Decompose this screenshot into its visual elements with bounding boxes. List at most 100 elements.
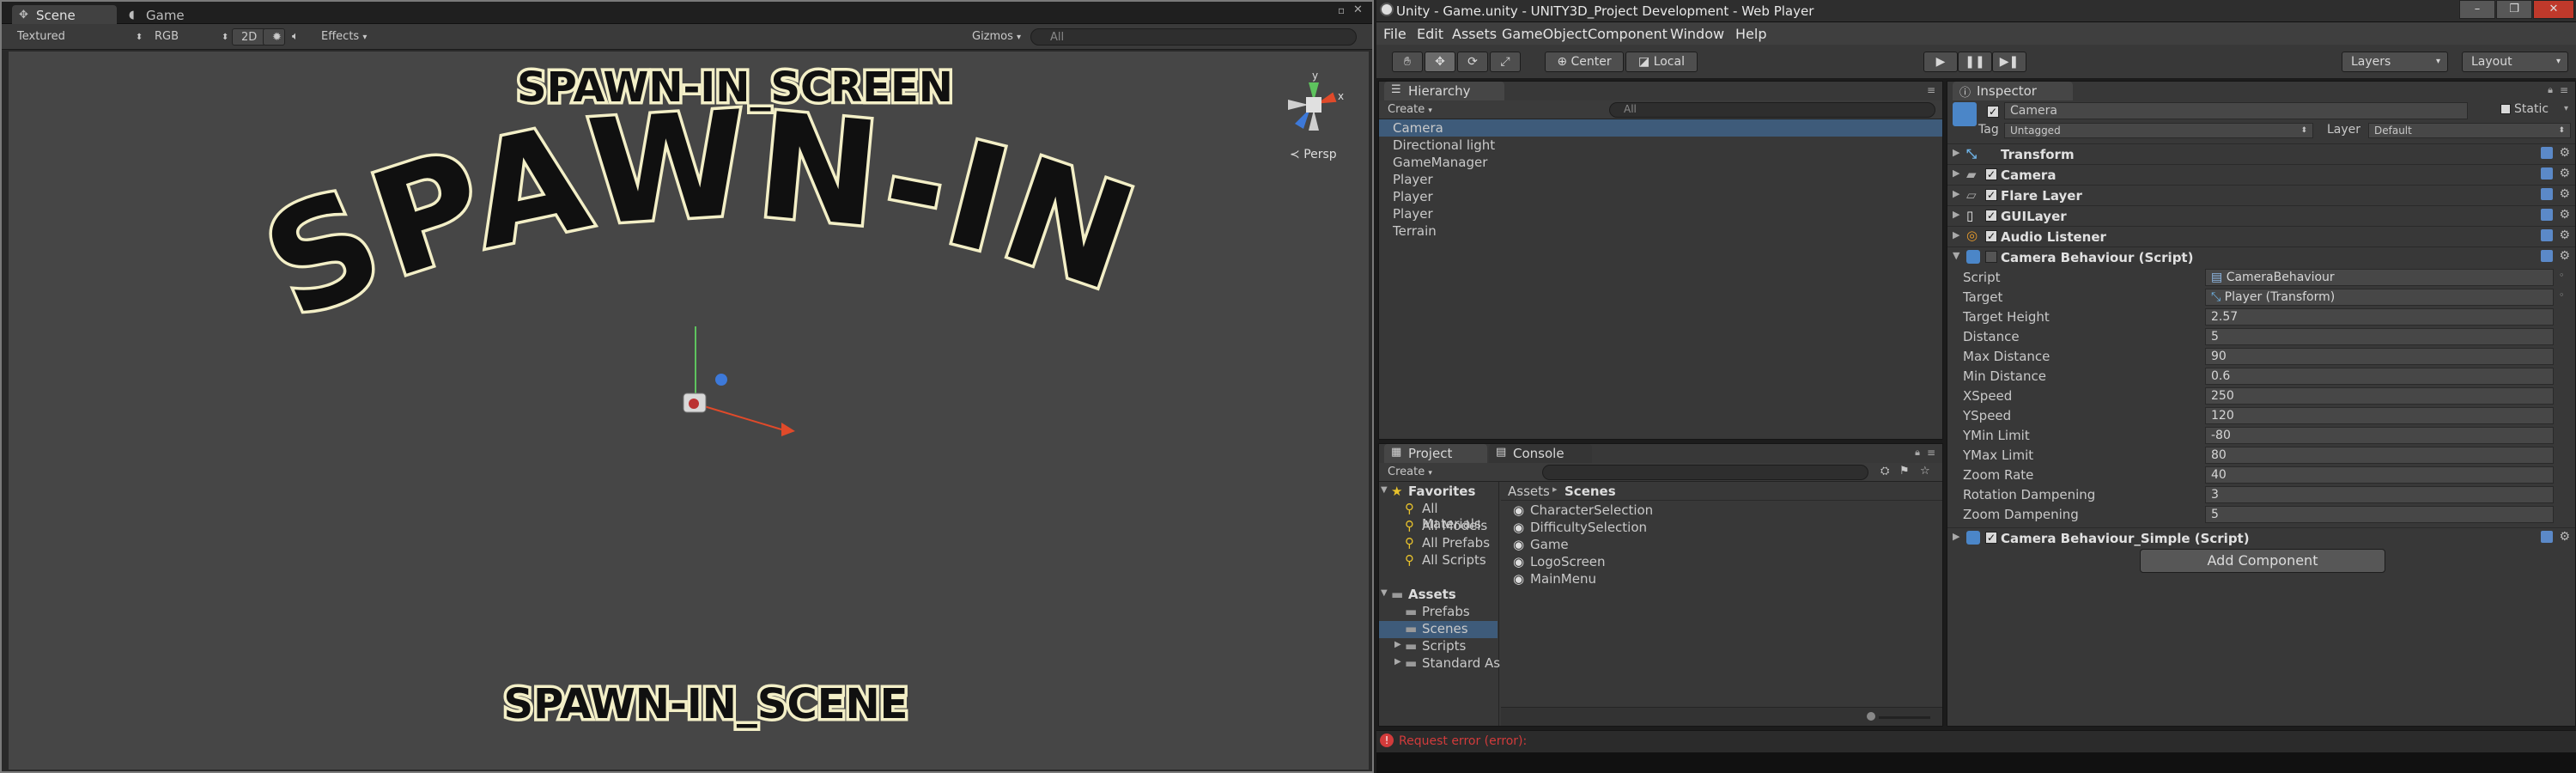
layout-dropdown[interactable]: Layout ▾ (2462, 52, 2568, 72)
panel-menu-icon[interactable]: ≡ (1927, 84, 1935, 96)
ymin-limit-input[interactable]: -80 (2205, 427, 2554, 444)
help-book-icon[interactable] (2541, 188, 2553, 200)
filter-label-icon[interactable]: ⚑ (1899, 465, 1910, 478)
step-button[interactable]: ▶❚ (1992, 52, 2026, 72)
ymax-limit-input[interactable]: 80 (2205, 447, 2554, 464)
tab-game[interactable]: ◖ Game (122, 5, 216, 24)
expand-triangle-icon[interactable]: ▶ (1953, 209, 1959, 220)
component-enabled-checkbox[interactable]: ✓ (1985, 189, 1997, 201)
scale-tool-button[interactable]: ⤢ (1490, 52, 1521, 72)
rotate-tool-button[interactable]: ⟳ (1457, 52, 1488, 72)
rotation-dampening-input[interactable]: 3 (2205, 486, 2554, 503)
static-checkbox[interactable] (2500, 104, 2511, 114)
expand-triangle-icon[interactable]: ▶ (1953, 147, 1959, 158)
menu-file[interactable]: File (1383, 26, 1406, 42)
effects-dropdown[interactable]: Effects ▾ (321, 28, 367, 46)
folder-item[interactable]: Scripts (1422, 638, 1466, 654)
favorite-item[interactable]: All Models (1422, 518, 1487, 533)
move-tool-button[interactable]: ✥ (1425, 52, 1455, 72)
active-checkbox[interactable]: ✓ (1987, 106, 1999, 118)
hierarchy-create-dropdown[interactable]: Create ▾ (1388, 103, 1432, 116)
menu-help[interactable]: Help (1735, 26, 1766, 42)
maximize-icon[interactable]: ▫ (1338, 4, 1345, 16)
collapse-triangle-icon[interactable]: ▼ (1953, 250, 1959, 261)
yspeed-input[interactable]: 120 (2205, 407, 2554, 424)
perspective-label[interactable]: ≺ Persp (1290, 148, 1337, 161)
expand-triangle-icon[interactable]: ▶ (1953, 167, 1959, 179)
pivot-local-button[interactable]: ◪ Local (1625, 52, 1698, 72)
panel-menu-icon[interactable]: ≡ (2560, 84, 2568, 96)
distance-input[interactable]: 5 (2205, 328, 2554, 345)
lighting-toggle[interactable]: ✹ (263, 28, 285, 46)
gear-icon[interactable]: ⚙ (2559, 187, 2570, 201)
gear-icon[interactable]: ⚙ (2559, 146, 2570, 160)
target-height-input[interactable]: 2.57 (2205, 308, 2554, 326)
2d-toggle[interactable]: 2D (232, 28, 267, 46)
gear-icon[interactable]: ⚙ (2559, 530, 2570, 544)
gizmos-dropdown[interactable]: Gizmos ▾ (972, 28, 1021, 46)
expand-triangle-icon[interactable]: ▶ (1394, 657, 1401, 666)
xspeed-input[interactable]: 250 (2205, 387, 2554, 405)
zoom-rate-input[interactable]: 40 (2205, 466, 2554, 484)
layer-dropdown[interactable]: Default ⬍ (2368, 123, 2571, 138)
object-name-input[interactable]: Camera (2004, 102, 2468, 119)
zoom-dampening-input[interactable]: 5 (2205, 506, 2554, 523)
expand-triangle-icon[interactable]: ▼ (1381, 588, 1388, 598)
menu-window[interactable]: Window (1670, 26, 1724, 42)
gear-icon[interactable]: ⚙ (2559, 228, 2570, 242)
component-enabled-checkbox[interactable]: ✓ (1985, 532, 1997, 544)
assets-label[interactable]: Assets (1408, 587, 1456, 602)
hierarchy-item-gamemanager[interactable]: GameManager (1393, 155, 1487, 170)
component-camera-behaviour[interactable]: ▼ Camera Behaviour (Script) ⚙ (1947, 247, 2575, 267)
hierarchy-item-player[interactable]: Player (1393, 189, 1433, 204)
component-enabled-checkbox[interactable]: ✓ (1985, 210, 1997, 222)
expand-triangle-icon[interactable]: ▶ (1953, 188, 1959, 199)
minimize-button[interactable]: – (2459, 0, 2495, 19)
scene-file[interactable]: MainMenu (1530, 571, 1596, 587)
help-book-icon[interactable] (2541, 147, 2553, 159)
breadcrumb-scenes[interactable]: Scenes (1564, 484, 1616, 499)
status-message[interactable]: Request error (error): (1399, 734, 1527, 748)
folder-item[interactable]: Prefabs (1422, 604, 1470, 619)
scene-file[interactable]: DifficultySelection (1530, 520, 1647, 535)
hierarchy-item-directional-light[interactable]: Directional light (1393, 137, 1495, 153)
expand-triangle-icon[interactable]: ▶ (1953, 229, 1959, 240)
help-book-icon[interactable] (2541, 531, 2553, 543)
close-icon[interactable]: ✕ (1353, 3, 1363, 16)
component-enabled-checkbox[interactable] (1985, 251, 1997, 263)
script-field[interactable]: ▤ CameraBehaviour (2205, 269, 2554, 286)
component-enabled-checkbox[interactable]: ✓ (1985, 230, 1997, 242)
component-transform[interactable]: ▶ ⤡ Transform ⚙ (1947, 143, 2575, 164)
tag-dropdown[interactable]: Untagged ⬍ (2004, 123, 2313, 138)
menu-assets[interactable]: Assets (1452, 26, 1497, 42)
audio-toggle[interactable]: 🔈︎ (292, 28, 299, 46)
min-distance-input[interactable]: 0.6 (2205, 368, 2554, 385)
help-book-icon[interactable] (2541, 250, 2553, 262)
project-create-dropdown[interactable]: Create ▾ (1388, 466, 1432, 478)
shading-dropdown[interactable]: Textured ⬍ (17, 28, 143, 46)
component-enabled-checkbox[interactable]: ✓ (1985, 168, 1997, 180)
camera-gizmo[interactable] (683, 326, 795, 436)
component-guilayer[interactable]: ▶ ▯ ✓ GUILayer ⚙ (1947, 205, 2575, 226)
help-book-icon[interactable] (2541, 229, 2553, 241)
max-distance-input[interactable]: 90 (2205, 348, 2554, 365)
expand-triangle-icon[interactable]: ▶ (1394, 640, 1401, 649)
component-camera-behaviour-simple[interactable]: ▶ ✓ Camera Behaviour_Simple (Script) ⚙ (1947, 527, 2575, 548)
favorites-label[interactable]: Favorites (1408, 484, 1475, 499)
menu-edit[interactable]: Edit (1417, 26, 1443, 42)
filter-type-icon[interactable]: ⛭ (1880, 465, 1889, 478)
icon-size-slider[interactable] (1879, 716, 1930, 719)
object-picker-icon[interactable]: ◦ (2559, 289, 2565, 301)
breadcrumb-assets[interactable]: Assets (1508, 484, 1550, 499)
favorite-item[interactable]: All Prefabs (1422, 535, 1490, 551)
layers-dropdown[interactable]: Layers ▾ (2342, 52, 2448, 72)
expand-triangle-icon[interactable]: ▼ (1381, 485, 1388, 495)
scene-file[interactable]: LogoScreen (1530, 554, 1606, 569)
hierarchy-item-player[interactable]: Player (1393, 206, 1433, 222)
component-flare-layer[interactable]: ▶ ▱ ✓ Flare Layer ⚙ (1947, 185, 2575, 205)
panel-menu-icon[interactable]: ≡ (1927, 447, 1935, 459)
close-button[interactable]: ✕ (2533, 0, 2574, 19)
component-camera[interactable]: ▶ ▰ ✓ Camera ⚙ (1947, 164, 2575, 185)
hierarchy-item-player[interactable]: Player (1393, 172, 1433, 187)
tab-project[interactable]: ▦ Project (1384, 444, 1487, 463)
